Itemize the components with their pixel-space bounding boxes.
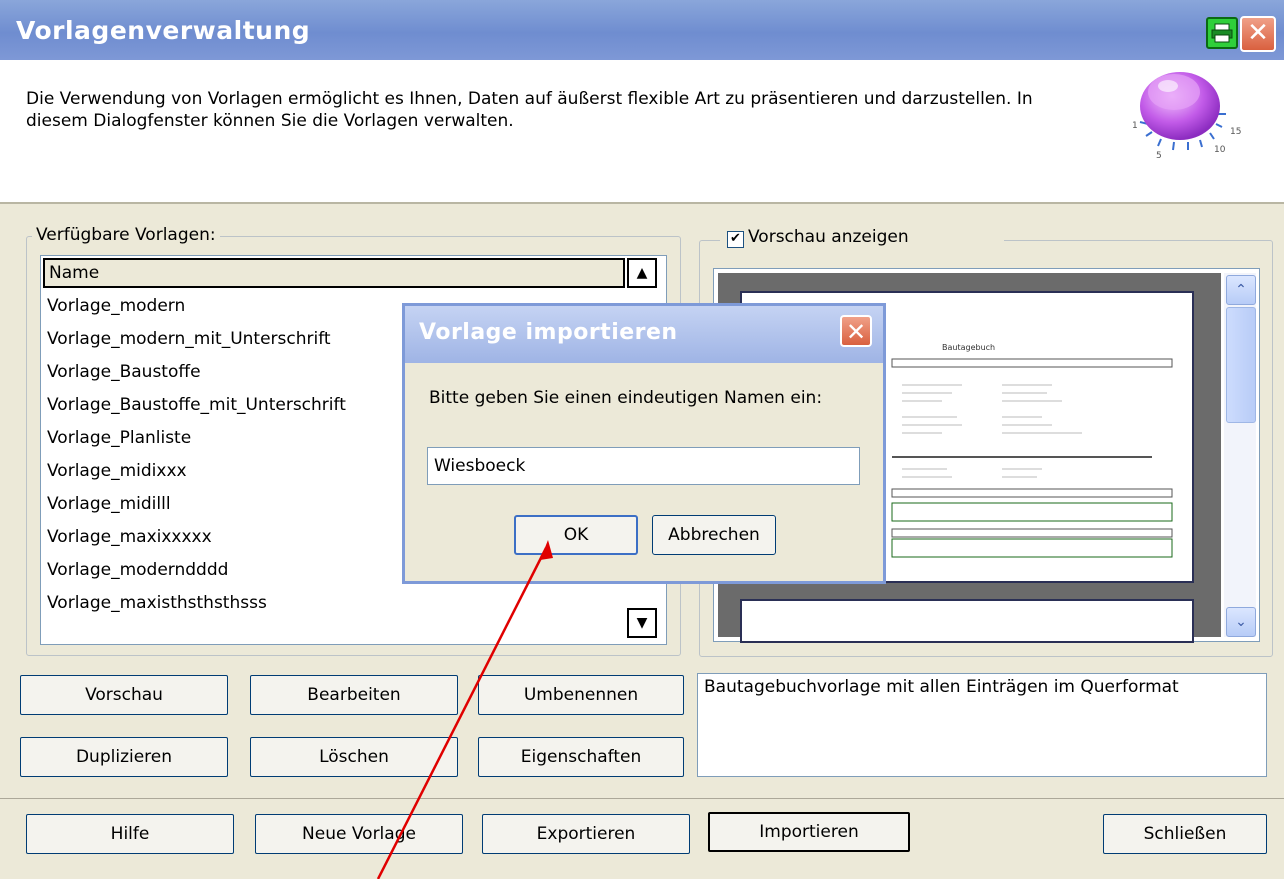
printer-icon	[1211, 23, 1233, 43]
delete-button[interactable]: Löschen	[250, 737, 458, 777]
preview-scrollbar[interactable]: ⌃ ⌄	[1224, 273, 1256, 637]
header-panel	[0, 60, 1284, 204]
template-manager-window: Vorlagenverwaltung ✕ Die Verwendung von …	[0, 0, 1284, 879]
properties-button[interactable]: Eigenschaften	[478, 737, 684, 777]
template-description: Bautagebuchvorlage mit allen Einträgen i…	[697, 673, 1267, 777]
window-title: Vorlagenverwaltung	[16, 16, 311, 45]
preview-checkbox[interactable]: ✔	[727, 231, 744, 248]
preview-page-2	[740, 599, 1194, 643]
ok-button[interactable]: OK	[514, 515, 638, 555]
list-item[interactable]: Vorlage_midixxx	[47, 461, 187, 481]
edit-button[interactable]: Bearbeiten	[250, 675, 458, 715]
preview-checkbox-label[interactable]: Vorschau anzeigen	[748, 227, 909, 247]
list-item[interactable]: Vorlage_Baustoffe	[47, 362, 201, 382]
window-close-button[interactable]: ✕	[1240, 16, 1276, 52]
list-item[interactable]: Vorlage_modern_mit_Unterschrift	[47, 329, 331, 349]
list-item[interactable]: Vorlage_maxisthsthsthsss	[47, 593, 267, 613]
list-scroll-down-button[interactable]: ▼	[627, 608, 657, 638]
rename-button[interactable]: Umbenennen	[478, 675, 684, 715]
duplicate-button[interactable]: Duplizieren	[20, 737, 228, 777]
knob-label-5: 5	[1156, 151, 1162, 161]
intro-text: Die Verwendung von Vorlagen ermöglicht e…	[26, 89, 1033, 131]
dialog-title: Vorlage importieren	[419, 320, 678, 345]
chevron-down-icon: ⌄	[1235, 614, 1247, 630]
arrow-up-icon: ▲	[636, 265, 648, 281]
preview-scroll-thumb[interactable]	[1226, 307, 1256, 423]
preview-scroll-up-button[interactable]: ⌃	[1226, 275, 1256, 305]
name-column-header[interactable]: Name	[43, 258, 625, 288]
list-item[interactable]: Vorlage_maxixxxxx	[47, 527, 212, 547]
export-button[interactable]: Exportieren	[482, 814, 690, 854]
preview-scroll-down-button[interactable]: ⌄	[1226, 607, 1256, 637]
list-item[interactable]: Vorlage_moderndddd	[47, 560, 228, 580]
timer-knob-icon: 1 5 10 15	[1132, 72, 1241, 161]
list-item[interactable]: Vorlage_midilll	[47, 494, 171, 514]
preview-legend: Vorschau anzeigen	[720, 227, 1004, 247]
knob-label-1: 1	[1132, 121, 1138, 131]
cancel-button[interactable]: Abbrechen	[652, 515, 776, 555]
list-item[interactable]: Vorlage_Baustoffe_mit_Unterschrift	[47, 395, 346, 415]
templates-legend: Verfügbare Vorlagen:	[32, 225, 220, 245]
chevron-up-icon: ⌃	[1235, 282, 1247, 298]
footer-separator	[0, 798, 1284, 799]
checkmark-icon: ✔	[730, 231, 741, 246]
knob-label-10: 10	[1214, 145, 1226, 155]
title-bar[interactable]: Vorlagenverwaltung ✕	[0, 0, 1284, 60]
template-name-input[interactable]: Wiesboeck	[427, 447, 860, 485]
close-button[interactable]: Schließen	[1103, 814, 1267, 854]
help-button[interactable]: Hilfe	[26, 814, 234, 854]
dialog-prompt: Bitte geben Sie einen eindeutigen Namen …	[429, 388, 823, 408]
list-item[interactable]: Vorlage_Planliste	[47, 428, 191, 448]
import-template-dialog: Vorlage importieren ✕ Bitte geben Sie ei…	[402, 303, 886, 584]
close-icon: ✕	[1247, 18, 1269, 48]
knob-label-15: 15	[1230, 127, 1241, 137]
new-template-button[interactable]: Neue Vorlage	[255, 814, 463, 854]
arrow-down-icon: ▼	[636, 615, 648, 631]
close-icon: ✕	[845, 318, 867, 346]
list-item[interactable]: Vorlage_modern	[47, 296, 185, 316]
import-button[interactable]: Importieren	[708, 812, 910, 852]
dialog-close-button[interactable]: ✕	[840, 315, 872, 347]
print-button[interactable]	[1206, 17, 1238, 49]
dialog-title-bar[interactable]: Vorlage importieren ✕	[405, 306, 883, 363]
list-scroll-up-button[interactable]: ▲	[627, 258, 657, 288]
preview-button[interactable]: Vorschau	[20, 675, 228, 715]
